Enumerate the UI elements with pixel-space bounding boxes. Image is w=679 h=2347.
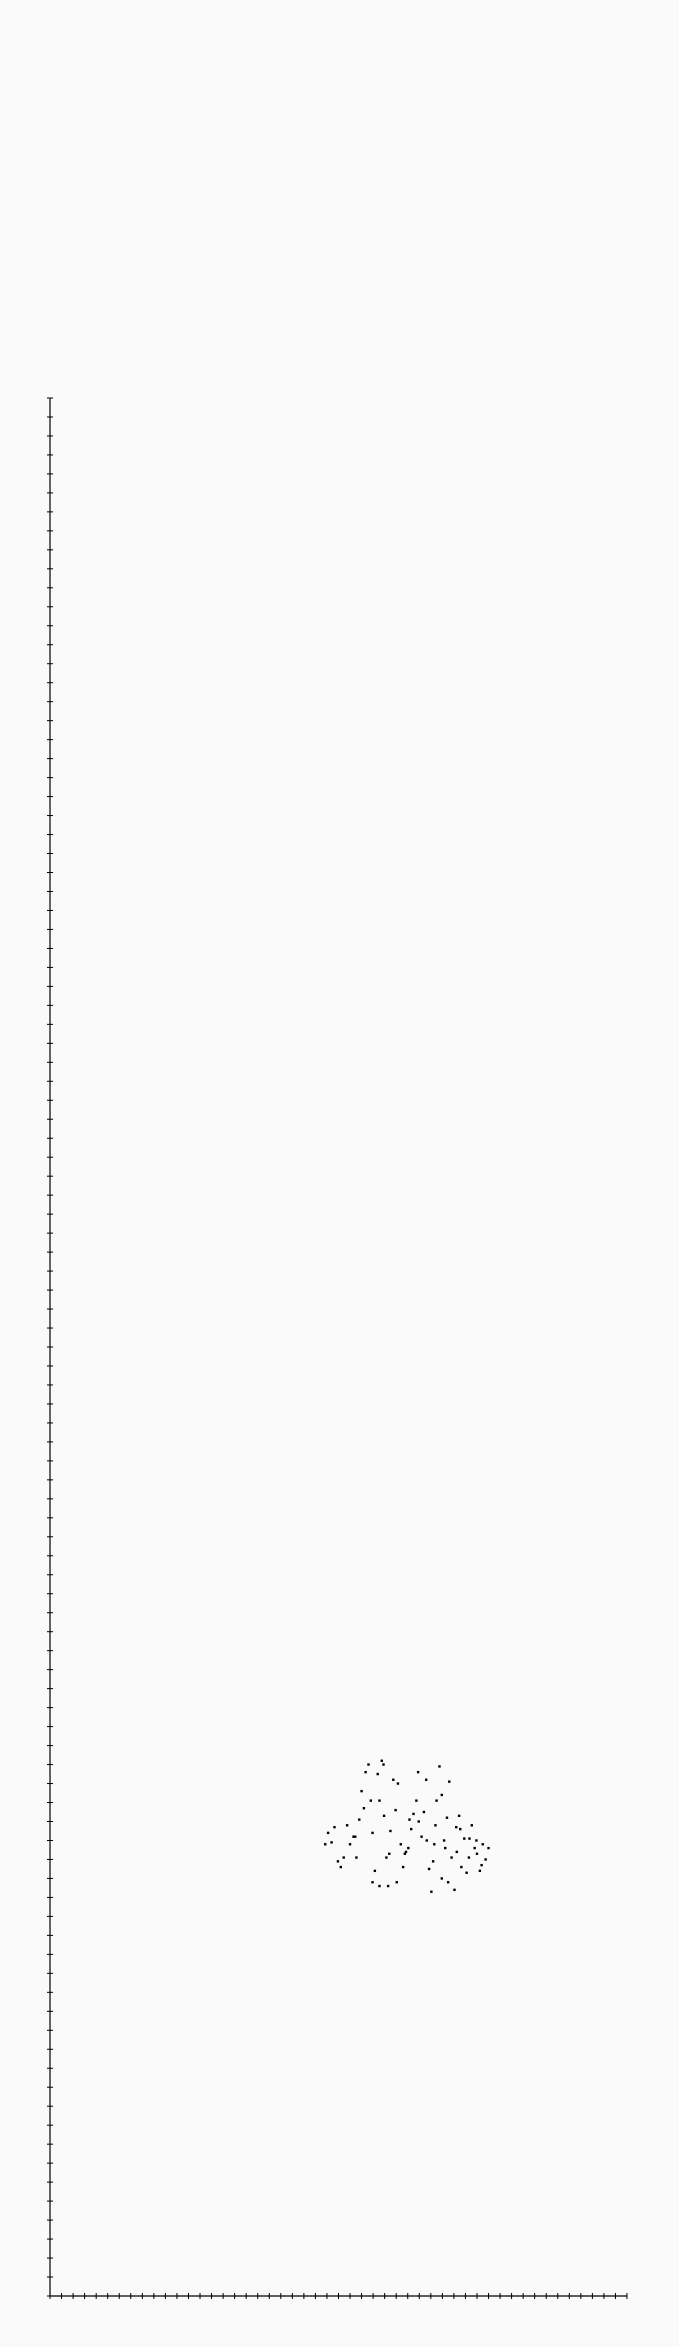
data-point (457, 1814, 461, 1818)
data-point (358, 1818, 361, 1821)
data-point (369, 1799, 373, 1802)
data-point (484, 1858, 487, 1861)
data-point (430, 1890, 433, 1893)
data-point (487, 1846, 490, 1850)
data-point (342, 1856, 345, 1859)
data-point (445, 1816, 449, 1819)
data-point (408, 1818, 411, 1821)
axes (47, 397, 628, 2299)
data-point (440, 1877, 443, 1880)
data-point (416, 1770, 420, 1774)
data-point (480, 1863, 483, 1867)
data-point (403, 1852, 407, 1855)
data-point (336, 1860, 340, 1863)
scatter-chart (47, 397, 628, 2299)
data-point (453, 1888, 456, 1892)
data-point (367, 1763, 370, 1766)
data-point (427, 1867, 431, 1871)
data-point (455, 1825, 458, 1829)
data-point (442, 1839, 446, 1842)
data-point (433, 1843, 436, 1846)
data-point (473, 1846, 476, 1850)
chart-container (0, 0, 679, 2347)
data-point (385, 1856, 388, 1859)
data-point (345, 1824, 349, 1827)
data-point (386, 1884, 390, 1888)
data-point (475, 1839, 478, 1842)
data-point (478, 1869, 482, 1873)
data-point (465, 1871, 468, 1874)
data-point (425, 1778, 428, 1781)
data-point (371, 1831, 374, 1835)
data-point (412, 1812, 415, 1816)
data-point (389, 1829, 392, 1833)
data-point (355, 1856, 358, 1859)
data-point (378, 1799, 381, 1802)
data-point (354, 1835, 357, 1838)
data-point (481, 1843, 484, 1846)
data-point (435, 1799, 438, 1802)
data-point (373, 1869, 377, 1873)
data-point (417, 1820, 420, 1823)
data-point (392, 1778, 395, 1781)
data-point (434, 1824, 437, 1827)
data-point (396, 1782, 400, 1785)
data-point (450, 1856, 453, 1859)
data-point (468, 1837, 471, 1840)
data-point (444, 1846, 447, 1850)
data-point (455, 1850, 458, 1854)
data-point (410, 1827, 413, 1831)
data-point (330, 1841, 333, 1844)
data-point (382, 1814, 386, 1818)
data-point (463, 1837, 466, 1840)
data-point (364, 1770, 367, 1774)
data-point (399, 1843, 403, 1846)
data-point (362, 1807, 366, 1810)
data-point (395, 1881, 398, 1884)
data-point (360, 1789, 363, 1793)
data-point (324, 1843, 327, 1846)
data-point (448, 1780, 451, 1783)
data-point (339, 1865, 343, 1869)
data-point (348, 1843, 352, 1846)
data-point (371, 1881, 374, 1884)
data-point (376, 1772, 379, 1776)
data-point (475, 1852, 479, 1855)
data-point (378, 1884, 381, 1888)
data-point (440, 1793, 443, 1797)
data-point (415, 1799, 418, 1802)
data-points (324, 1759, 490, 1893)
data-point (446, 1881, 450, 1884)
data-point (460, 1865, 463, 1869)
data-point (407, 1846, 410, 1850)
data-point (470, 1824, 473, 1827)
data-point (380, 1759, 383, 1762)
data-point (431, 1860, 435, 1863)
data-point (333, 1825, 336, 1829)
data-point (467, 1856, 471, 1859)
data-point (394, 1808, 397, 1812)
data-point (401, 1865, 405, 1869)
data-point (326, 1831, 330, 1835)
data-point (438, 1765, 441, 1768)
data-point (425, 1839, 428, 1842)
data-point (382, 1763, 385, 1766)
data-point (459, 1827, 462, 1831)
data-point (388, 1852, 391, 1855)
data-point (420, 1835, 423, 1838)
data-point (422, 1810, 426, 1814)
